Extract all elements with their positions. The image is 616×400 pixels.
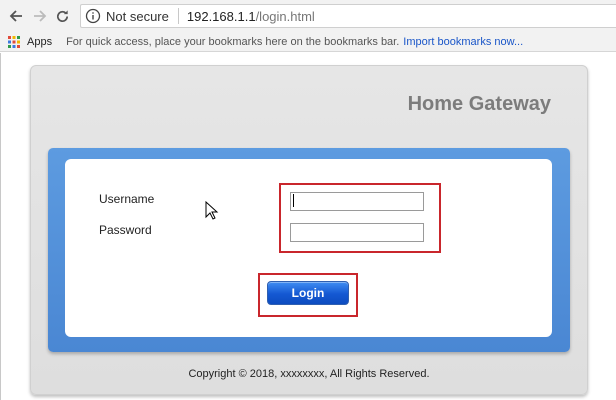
apps-shortcut[interactable]: Apps	[27, 36, 52, 48]
import-bookmarks-link[interactable]: Import bookmarks now...	[403, 36, 523, 48]
browser-toolbar: Not secure 192.168.1.1/login.html	[0, 0, 616, 32]
apps-grid-icon[interactable]	[8, 35, 20, 48]
bookmarks-hint: For quick access, place your bookmarks h…	[66, 35, 400, 48]
reload-icon	[56, 9, 68, 22]
omnibox-separator	[177, 8, 179, 24]
copyright-notice: Copyright © 2018, xxxxxxxx, All Rights R…	[188, 368, 430, 380]
login-frame: Username Password Login	[48, 148, 570, 352]
mouse-pointer-icon	[205, 201, 219, 220]
password-label: Password	[99, 223, 152, 237]
reload-button[interactable]	[52, 6, 72, 26]
text-caret	[293, 194, 294, 207]
forward-arrow-icon	[34, 10, 47, 22]
back-button[interactable]	[6, 6, 26, 26]
back-arrow-icon	[9, 10, 22, 22]
window-edge	[0, 53, 1, 400]
info-icon[interactable]	[85, 8, 101, 24]
username-input[interactable]	[290, 192, 424, 211]
url-path: /login.html	[255, 8, 315, 24]
login-button[interactable]: Login	[267, 281, 349, 305]
address-bar[interactable]: Not secure 192.168.1.1/login.html	[80, 4, 616, 28]
url-host: 192.168.1.1	[186, 8, 256, 24]
password-input[interactable]	[290, 223, 424, 242]
security-status[interactable]: Not secure	[106, 9, 169, 24]
gateway-panel: Home Gateway Username Password Login Cop…	[30, 65, 588, 395]
forward-button[interactable]	[30, 6, 50, 26]
bookmarks-bar: Apps For quick access, place your bookma…	[0, 32, 616, 52]
page-title: Home Gateway	[407, 93, 551, 115]
username-label: Username	[99, 192, 155, 206]
login-form: Username Password Login	[65, 159, 552, 337]
